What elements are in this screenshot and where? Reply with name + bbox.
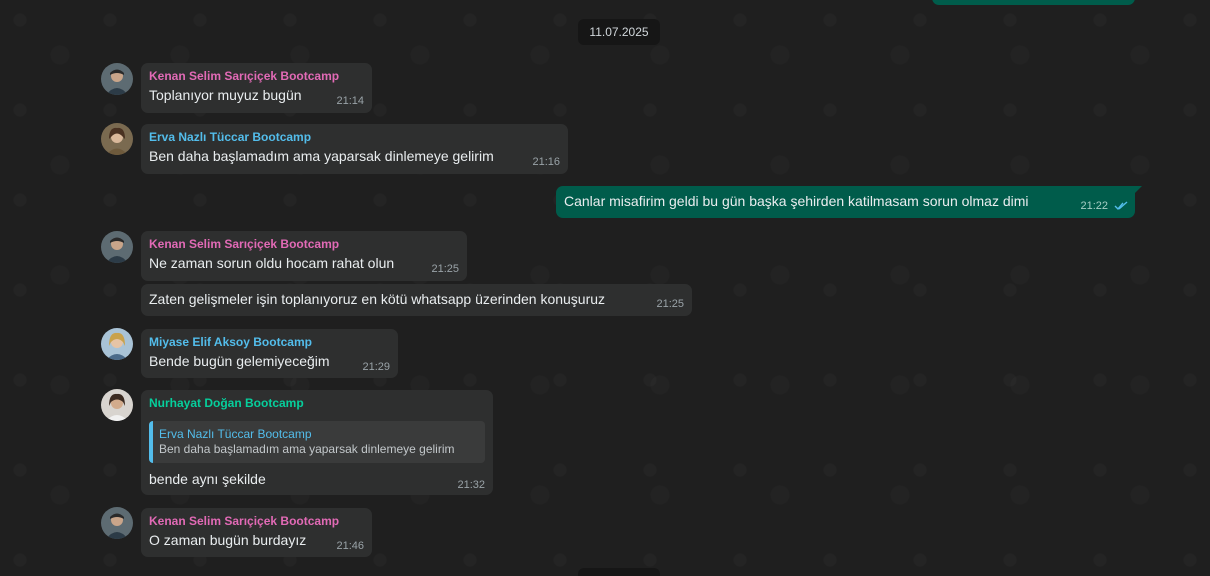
sender-name[interactable]: Erva Nazlı Tüccar Bootcamp — [149, 130, 311, 144]
sender-name[interactable]: Kenan Selim Sarıçiçek Bootcamp — [149, 69, 339, 83]
previous-outgoing-bubble — [932, 0, 1135, 5]
message-bubble[interactable]: Miyase Elif Aksoy Bootcamp Bende bugün g… — [141, 329, 398, 378]
sender-name[interactable]: Miyase Elif Aksoy Bootcamp — [149, 335, 312, 349]
message-time: 21:46 — [336, 540, 364, 552]
message-time: 21:32 — [457, 479, 485, 491]
message-text: Canlar misafirim geldi bu gün başka şehi… — [564, 193, 1029, 209]
message-bubble[interactable]: Erva Nazlı Tüccar Bootcamp Ben daha başl… — [141, 124, 568, 174]
message-text: bende aynı şekilde — [149, 471, 266, 487]
quoted-message[interactable]: Erva Nazlı Tüccar Bootcamp Ben daha başl… — [149, 421, 485, 463]
next-date-separator — [578, 568, 660, 576]
date-separator: 11.07.2025 — [578, 19, 660, 45]
sender-name[interactable]: Kenan Selim Sarıçiçek Bootcamp — [149, 237, 339, 251]
message-bubble[interactable]: Kenan Selim Sarıçiçek Bootcamp Ne zaman … — [141, 231, 467, 281]
avatar-miyase[interactable] — [101, 328, 133, 360]
quoted-text: Ben daha başlamadım ama yaparsak dinleme… — [159, 442, 455, 456]
message-text: Zaten gelişmeler işin toplanıyoruz en kö… — [149, 291, 606, 307]
message-text: Ne zaman sorun oldu hocam rahat olun — [149, 255, 395, 271]
message-time: 21:25 — [431, 263, 459, 275]
message-text: Ben daha başlamadım ama yaparsak dinleme… — [149, 148, 494, 164]
bubble-tail — [1134, 186, 1142, 194]
avatar-erva[interactable] — [101, 123, 133, 155]
avatar-kenan[interactable] — [101, 231, 133, 263]
message-bubble[interactable]: Nurhayat Doğan Bootcamp Erva Nazlı Tücca… — [141, 390, 493, 495]
double-check-icon — [1114, 201, 1128, 211]
avatar-kenan[interactable] — [101, 507, 133, 539]
message-bubble[interactable]: Zaten gelişmeler işin toplanıyoruz en kö… — [141, 284, 692, 316]
quote-accent-bar — [149, 421, 153, 463]
sender-name[interactable]: Nurhayat Doğan Bootcamp — [149, 396, 304, 410]
message-time: 21:14 — [336, 95, 364, 107]
message-bubble[interactable]: Kenan Selim Sarıçiçek Bootcamp Toplanıyo… — [141, 63, 372, 113]
message-time: 21:25 — [656, 298, 684, 310]
message-time: 21:16 — [532, 156, 560, 168]
avatar-nurhayat[interactable] — [101, 389, 133, 421]
message-time: 21:29 — [362, 361, 390, 373]
message-bubble[interactable]: Kenan Selim Sarıçiçek Bootcamp O zaman b… — [141, 508, 372, 557]
sender-name[interactable]: Kenan Selim Sarıçiçek Bootcamp — [149, 514, 339, 528]
message-text: O zaman bugün burdayız — [149, 532, 307, 548]
avatar-kenan[interactable] — [101, 63, 133, 95]
message-text: Toplanıyor muyuz bugün — [149, 87, 302, 103]
quoted-sender: Erva Nazlı Tüccar Bootcamp — [159, 427, 312, 441]
outgoing-message-bubble[interactable]: Canlar misafirim geldi bu gün başka şehi… — [556, 186, 1142, 218]
message-time: 21:22 — [1080, 200, 1108, 212]
message-text: Bende bugün gelemiyeceğim — [149, 353, 330, 369]
